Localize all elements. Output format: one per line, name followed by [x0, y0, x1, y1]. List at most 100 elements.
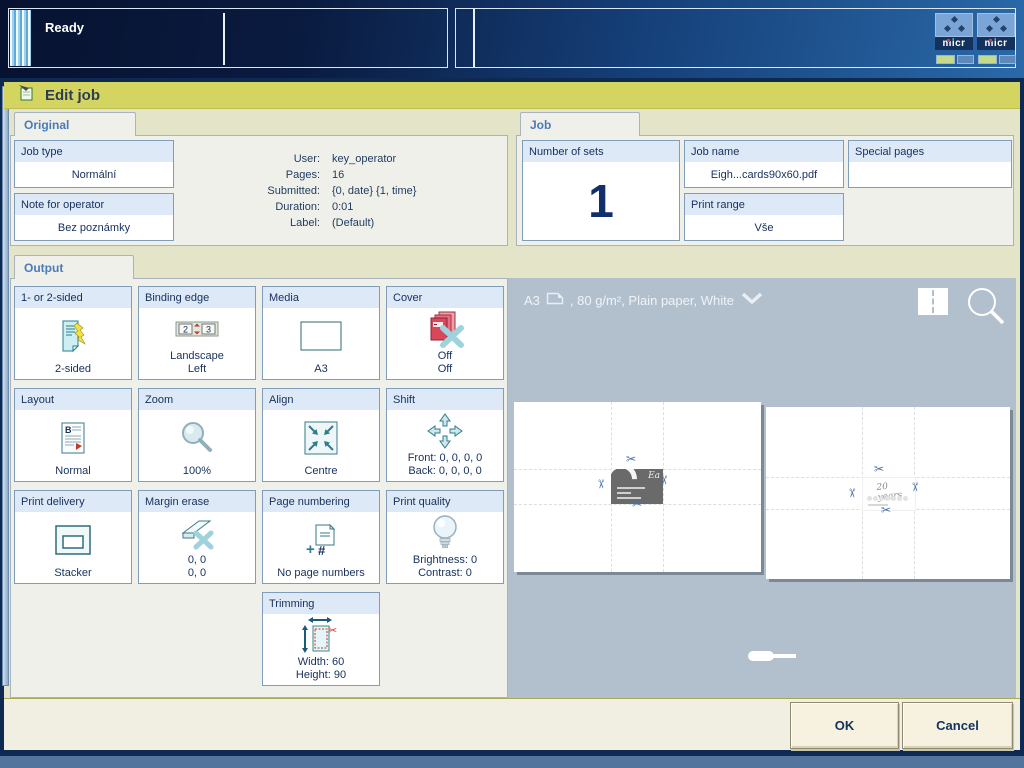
- shift-button[interactable]: Shift Front: 0, 0, 0, 0 Back: 0, 0, 0, 0: [386, 388, 504, 482]
- margin-erase-button[interactable]: Margin erase 0, 0 0, 0: [138, 490, 256, 584]
- cut-mark-icon: ✂: [657, 474, 672, 486]
- tile-label: Shift: [387, 389, 503, 410]
- svg-text:+: +: [306, 541, 315, 557]
- preview-sheet-back: 20 years ✂ ✂ ✂ ✂: [766, 407, 1010, 579]
- layout-icon: B: [60, 410, 86, 465]
- tab-original[interactable]: Original: [14, 112, 136, 136]
- tile-label: Number of sets: [523, 141, 679, 162]
- tile-value: A3: [314, 363, 328, 375]
- media-icon: [299, 308, 343, 363]
- page-numbering-button[interactable]: Page numbering + # No page numbers: [262, 490, 380, 584]
- tile-value: Centre: [304, 465, 338, 477]
- job-type-button[interactable]: Job type Normální: [14, 140, 174, 188]
- tile-label: Binding edge: [139, 287, 255, 308]
- spread-view-icon[interactable]: [918, 288, 948, 315]
- tile-value: Normální: [71, 168, 117, 181]
- tile-label: Margin erase: [139, 491, 255, 512]
- micr-label: micr: [977, 37, 1015, 50]
- tile-value: Bez poznámky: [57, 221, 131, 234]
- message-panel: micr micr: [455, 8, 1016, 68]
- micr-printer-icon[interactable]: micr: [935, 13, 973, 51]
- zoom-preview-icon[interactable]: [962, 284, 1010, 330]
- special-pages-button[interactable]: Special pages: [848, 140, 1012, 188]
- print-range-button[interactable]: Print range Vše: [684, 193, 844, 241]
- print-quality-button[interactable]: Print quality Brightness: 0 Contrast: 0: [386, 490, 504, 584]
- tile-value: Front: 0, 0, 0, 0 Back: 0, 0, 0, 0: [407, 452, 483, 477]
- tile-value: Eigh...cards90x60.pdf: [710, 168, 818, 181]
- tile-value: Off Off: [437, 350, 453, 375]
- tile-label: 1- or 2-sided: [15, 287, 131, 308]
- micr-red-dot-icon: [989, 39, 992, 42]
- message-divider: [473, 9, 475, 67]
- bulb-icon: [429, 512, 461, 554]
- tile-label: Print range: [685, 194, 843, 215]
- cut-mark-icon: ✂: [632, 497, 643, 511]
- align-button[interactable]: Align Centre: [262, 388, 380, 482]
- svg-text:#: #: [318, 543, 326, 557]
- cover-button[interactable]: Cover Off Off: [386, 286, 504, 380]
- info-row: Duration: 0:01: [180, 199, 500, 215]
- micr-dots-icon: [935, 13, 973, 37]
- led-blue: [999, 55, 1016, 64]
- tab-output[interactable]: Output: [14, 255, 134, 279]
- cover-off-icon: [425, 308, 465, 350]
- svg-text:2: 2: [183, 325, 188, 335]
- info-row: Submitted: {0, date} {1, time}: [180, 183, 500, 199]
- tile-label: Print delivery: [15, 491, 131, 512]
- paper-icon: [546, 292, 564, 308]
- cancel-button[interactable]: Cancel: [902, 702, 1013, 749]
- tile-value: 100%: [182, 465, 212, 477]
- info-label: Submitted:: [267, 185, 320, 197]
- trimming-button[interactable]: Trimming ✂ Width: 60 Height: 90: [262, 592, 380, 686]
- micr-dots-icon: [977, 13, 1015, 37]
- tile-value: [849, 162, 1011, 187]
- printer-activity-stripes-icon: [10, 10, 31, 66]
- tile-value: Width: 60 Height: 90: [295, 656, 347, 681]
- printer-console-screen: Ready micr micr Edit job Original Job ty…: [0, 0, 1024, 768]
- led-green: [978, 55, 997, 64]
- media-details: , 80 g/m², Plain paper, White: [569, 292, 734, 308]
- zoom-button[interactable]: Zoom 100%: [138, 388, 256, 482]
- tile-value: Landscape Left: [170, 350, 224, 375]
- svg-text:B: B: [65, 425, 72, 435]
- job-info-list: User: key_operator Pages: 16 Submitted: …: [180, 151, 500, 231]
- info-label: Duration:: [275, 201, 320, 213]
- info-value: 0:01: [332, 201, 354, 213]
- print-delivery-button[interactable]: Print delivery Stacker: [14, 490, 132, 584]
- align-centre-icon: [304, 410, 338, 465]
- cut-mark-icon: ✂: [881, 503, 892, 517]
- job-name-button[interactable]: Job name Eigh...cards90x60.pdf: [684, 140, 844, 188]
- preview-panel: A3 , 80 g/m², Plain paper, White Ea ✂ ✂ …: [508, 278, 1016, 698]
- micr-label: micr: [935, 37, 973, 50]
- led-blue: [957, 55, 974, 64]
- tile-label: Layout: [15, 389, 131, 410]
- tile-value: Normal: [55, 465, 91, 477]
- tab-job[interactable]: Job: [520, 112, 640, 136]
- screen-bottom-edge: [0, 754, 1024, 768]
- media-dropdown[interactable]: A3 , 80 g/m², Plain paper, White: [524, 292, 764, 308]
- ok-button[interactable]: OK: [790, 702, 899, 749]
- note-for-operator-button[interactable]: Note for operator Bez poznámky: [14, 193, 174, 241]
- tile-value: Stacker: [54, 567, 92, 579]
- tile-value: 0, 0 0, 0: [187, 554, 207, 579]
- chevron-down-icon: [740, 292, 764, 308]
- info-label: Label:: [290, 217, 320, 229]
- number-of-sets-button[interactable]: Number of sets 1: [522, 140, 680, 241]
- page-numbering-icon: + #: [304, 512, 338, 567]
- layout-button[interactable]: Layout B Normal: [14, 388, 132, 482]
- micr-printer-icon[interactable]: micr: [977, 13, 1015, 51]
- media-button[interactable]: Media A3: [262, 286, 380, 380]
- tile-label: Note for operator: [15, 194, 173, 215]
- cut-mark-icon: ✂: [908, 481, 923, 493]
- binding-edge-button[interactable]: Binding edge 2 3 Landscape Left: [138, 286, 256, 380]
- page-flip-icon[interactable]: [748, 651, 796, 661]
- svg-text:3: 3: [206, 325, 211, 335]
- svg-text:✂: ✂: [328, 625, 337, 637]
- media-name: A3: [524, 292, 540, 308]
- two-sided-button[interactable]: 1- or 2-sided 2-sided: [14, 286, 132, 380]
- preview-sheet-front: Ea ✂ ✂ ✂ ✂: [514, 402, 761, 572]
- tile-label: Page numbering: [263, 491, 379, 512]
- dialog-left-edge: [2, 86, 9, 686]
- trim-guide: [663, 402, 664, 572]
- page-title: Edit job: [45, 86, 100, 104]
